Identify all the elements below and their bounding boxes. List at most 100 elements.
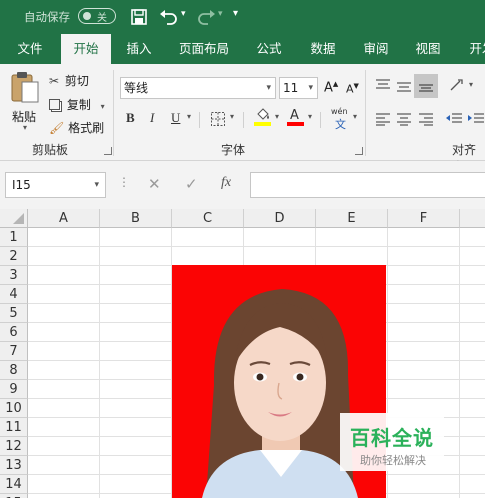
column-header-c[interactable]: C [172,209,244,228]
increase-indent-icon[interactable] [467,112,485,126]
row-header[interactable]: 12 [0,437,28,456]
borders-icon[interactable] [210,111,226,127]
formula-input[interactable] [250,172,485,198]
borders-dropdown-icon[interactable]: ▾ [230,112,234,121]
cut-label: 剪切 [64,74,89,88]
fill-color-dropdown-icon[interactable]: ▾ [275,112,279,121]
paste-dropdown-icon: ▾ [23,123,28,132]
italic-button[interactable]: I [150,110,154,126]
orientation-dropdown-icon[interactable]: ▾ [469,80,473,89]
align-middle-icon[interactable] [396,79,412,93]
copy-button[interactable]: 复制 ▾ [49,96,105,113]
underline-dropdown-icon[interactable]: ▾ [187,112,191,121]
select-all-button[interactable] [0,209,28,228]
undo-dropdown-icon[interactable]: ▾ [181,9,186,19]
tab-developer[interactable]: 开发 [462,34,485,64]
font-name-select[interactable]: 等线 ▾ [120,77,276,99]
phonetic-dropdown-icon[interactable]: ▾ [353,112,357,121]
clipboard-launcher-icon[interactable] [104,147,112,155]
align-center-icon[interactable] [396,112,412,126]
copy-dropdown-icon: ▾ [100,102,105,111]
fill-color-button[interactable] [254,108,272,128]
customize-toolbar-icon[interactable]: ▾ [233,8,238,19]
autosave-state: 关 [97,13,107,24]
tab-page-layout[interactable]: 页面布局 [172,34,236,64]
divider [113,70,114,156]
cut-button[interactable]: ✂ 剪切 [49,72,89,89]
increase-font-button[interactable]: A▲ [324,80,338,95]
font-color-dropdown-icon[interactable]: ▾ [308,112,312,121]
chevron-down-icon: ▾ [266,83,271,93]
divider [365,70,366,156]
watermark-title: 百科全说 [350,426,434,450]
paste-icon [11,72,39,103]
chevron-down-icon: ▾ [94,180,99,190]
row-header[interactable]: 9 [0,380,28,399]
align-right-icon[interactable] [418,112,434,126]
tab-data[interactable]: 数据 [302,34,344,64]
decrease-font-button[interactable]: A▼ [346,82,359,96]
copy-icon [49,99,60,110]
autosave-toggle[interactable]: 关 [78,8,116,24]
redo-icon[interactable] [195,7,217,27]
toggle-knob [83,12,91,20]
column-header-b[interactable]: B [100,209,172,228]
align-bottom-button[interactable] [414,74,438,98]
chevron-down-icon: ▾ [308,83,313,93]
row-header[interactable]: 7 [0,342,28,361]
insert-function-icon[interactable]: fx [221,175,231,191]
tab-review[interactable]: 审阅 [355,34,397,64]
cancel-icon[interactable]: ✕ [148,175,161,193]
autosave-label: 自动保存 [24,10,70,24]
font-launcher-icon[interactable] [355,147,363,155]
formula-bar: I15 ▾ ⋮ ✕ ✓ fx [0,161,485,209]
align-left-icon[interactable] [375,112,391,126]
row-header[interactable]: 2 [0,247,28,266]
menu-bar: 文件 开始 插入 页面布局 公式 数据 审阅 视图 开发 [0,34,485,64]
format-painter-label: 格式刷 [68,121,105,135]
column-header-f[interactable]: F [388,209,460,228]
tab-formulas[interactable]: 公式 [248,34,290,64]
row-header[interactable]: 1 [0,228,28,247]
enter-icon[interactable]: ✓ [185,175,198,193]
tab-insert[interactable]: 插入 [118,34,160,64]
row-header[interactable]: 14 [0,475,28,494]
row-header[interactable]: 3 [0,266,28,285]
phonetic-char: 文 [335,118,346,131]
row-header[interactable]: 6 [0,323,28,342]
tab-file[interactable]: 文件 [7,34,53,64]
row-header[interactable]: 10 [0,399,28,418]
font-color-button[interactable]: A [287,108,305,128]
save-icon[interactable] [130,7,148,27]
row-header[interactable]: 5 [0,304,28,323]
tab-home[interactable]: 开始 [61,34,111,64]
name-box[interactable]: I15 ▾ [5,172,106,198]
row-header[interactable]: 13 [0,456,28,475]
font-size-select[interactable]: 11 ▾ [279,77,318,99]
redo-dropdown-icon[interactable]: ▾ [218,9,223,19]
decrease-indent-icon[interactable] [445,112,463,126]
tab-view[interactable]: 视图 [407,34,449,64]
column-header-e[interactable]: E [316,209,388,228]
format-painter-button[interactable]: 🖌 格式刷 [49,119,104,136]
paste-button[interactable]: 粘贴 ▾ [8,70,42,132]
phonetic-button[interactable]: wén 文 [331,107,351,131]
column-header-g[interactable] [460,209,485,228]
underline-button[interactable]: U [171,110,180,126]
bold-button[interactable]: B [126,110,135,126]
row-header[interactable]: 15 [0,494,28,498]
brush-icon: 🖌 [49,121,65,135]
clipboard-group-label: 剪贴板 [32,143,69,157]
decrease-font-label: A [346,82,354,96]
row-header[interactable]: 4 [0,285,28,304]
more-options-icon[interactable]: ⋮ [118,175,130,189]
row-header[interactable]: 8 [0,361,28,380]
column-header-a[interactable]: A [28,209,100,228]
column-header-d[interactable]: D [244,209,316,228]
align-top-icon[interactable] [375,78,391,92]
scissors-icon: ✂ [49,74,60,88]
row-header[interactable]: 11 [0,418,28,437]
orientation-icon[interactable] [448,77,468,93]
undo-icon[interactable] [158,7,180,27]
phonetic-pinyin: wén [331,107,348,116]
